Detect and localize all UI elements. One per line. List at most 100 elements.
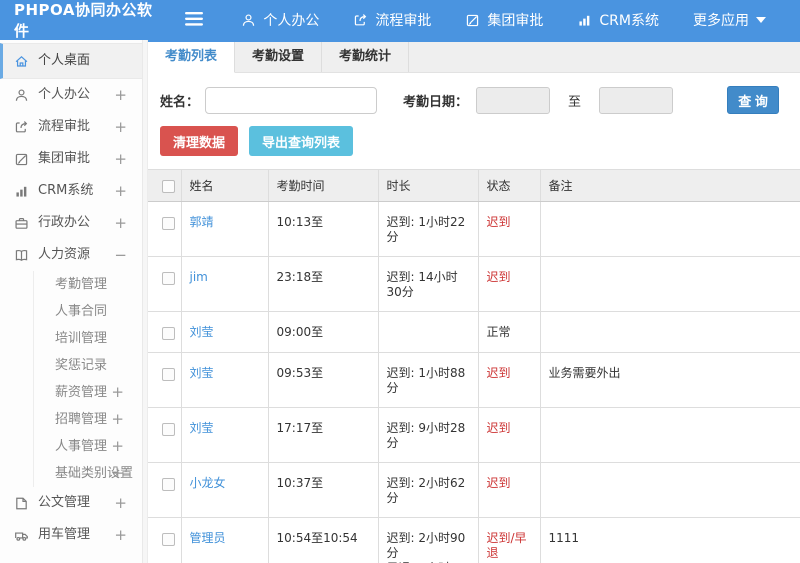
nav-item-label: 流程审批 <box>375 13 432 29</box>
sidebar-subitem-hr-contract[interactable]: 人事合同 <box>34 298 142 325</box>
sidebar-item-document-management[interactable]: 公文管理 + <box>0 487 142 519</box>
sidebar-subitem-personnel-management[interactable]: 人事管理 + <box>34 433 142 460</box>
car-icon <box>14 528 29 543</box>
status-badge: 正常 <box>486 325 511 339</box>
expand-icon[interactable]: + <box>114 519 127 551</box>
flow-icon <box>14 120 29 135</box>
sidebar-item-label: 行政办公 <box>38 215 91 230</box>
sidebar-item-human-resources[interactable]: 人力资源 − <box>0 239 142 271</box>
duration-cell: 迟到: 1小时88分 <box>378 352 479 408</box>
duration-cell: 迟到: 2小时62分 <box>378 462 479 518</box>
tab-attendance-list[interactable]: 考勤列表 <box>148 42 236 73</box>
employee-name-link[interactable]: 小龙女 <box>190 476 226 490</box>
attendance-time: 10:13至 <box>268 201 379 257</box>
expand-icon[interactable]: + <box>114 111 127 143</box>
sidebar-item-label: 集团审批 <box>38 151 91 166</box>
table-row: 郭靖 10:13至 迟到: 1小时22分 迟到 <box>148 201 800 257</box>
sidebar-item-label: 用车管理 <box>38 527 91 542</box>
nav-item-crm[interactable]: CRM系统 <box>577 10 659 30</box>
sidebar-subitem-recruit-management[interactable]: 招聘管理 + <box>34 406 142 433</box>
expand-icon[interactable]: + <box>114 207 127 239</box>
sidebar-item-personal-desktop[interactable]: 个人桌面 <box>0 43 142 79</box>
row-checkbox[interactable] <box>162 327 175 340</box>
sidebar-item-crm[interactable]: CRM系统 + <box>0 175 142 207</box>
sidebar-item-label: CRM系统 <box>38 183 94 198</box>
expand-icon[interactable]: + <box>111 433 124 460</box>
hamburger-icon <box>185 11 204 29</box>
sidebar-subitem-reward-punishment[interactable]: 奖惩记录 <box>34 352 142 379</box>
duration-cell: 迟到: 2小时90分早退: 7小时10分 <box>378 517 479 563</box>
top-header: PHPOA协同办公软件 个人办公 流程审批 集团审批 CRM系统 更多应用 <box>0 0 800 40</box>
employee-name-link[interactable]: 刘莹 <box>190 325 214 339</box>
clear-data-button[interactable]: 清理数据 <box>160 126 239 156</box>
attendance-time: 09:00至 <box>268 311 379 353</box>
edit-icon <box>465 13 480 28</box>
employee-name-link[interactable]: 管理员 <box>190 531 226 545</box>
date-from-input[interactable] <box>476 86 551 114</box>
expand-icon[interactable]: + <box>114 79 127 111</box>
sidebar-item-personal-office[interactable]: 个人办公 + <box>0 79 142 111</box>
employee-name-link[interactable]: 郭靖 <box>190 215 214 229</box>
expand-icon[interactable]: + <box>111 406 124 433</box>
employee-name-link[interactable]: 刘莹 <box>190 421 214 435</box>
sidebar-item-label: 考勤管理 <box>55 277 108 292</box>
bar-chart-icon <box>577 13 592 28</box>
sidebar-subitem-training-management[interactable]: 培训管理 <box>34 325 142 352</box>
nav-item-label: 集团审批 <box>487 13 544 29</box>
nav-item-label: 个人办公 <box>263 13 320 29</box>
note-cell <box>540 201 800 257</box>
employee-name-link[interactable]: jim <box>190 270 208 284</box>
expand-icon[interactable]: + <box>111 379 124 406</box>
app-title: PHPOA协同办公软件 <box>14 1 153 40</box>
sidebar-item-label: 个人桌面 <box>38 53 91 68</box>
menu-toggle-button[interactable] <box>179 8 209 33</box>
attendance-time: 10:37至 <box>268 462 379 518</box>
sidebar-subitem-base-category-settings[interactable]: 基础类别设置 + <box>34 460 142 487</box>
filter-bar: 姓名： 考勤日期： 至 查 询 <box>148 73 800 126</box>
row-checkbox[interactable] <box>162 423 175 436</box>
export-list-button[interactable]: 导出查询列表 <box>249 126 354 156</box>
row-checkbox[interactable] <box>162 368 175 381</box>
sidebar-item-label: 人事管理 <box>55 439 108 454</box>
table-row: jim 23:18至 迟到: 14小时30分 迟到 <box>148 256 800 312</box>
table-row: 刘莹 17:17至 迟到: 9小时28分 迟到 <box>148 407 800 463</box>
expand-icon[interactable]: + <box>114 143 127 175</box>
tab-attendance-settings[interactable]: 考勤设置 <box>235 42 323 72</box>
name-filter-label: 姓名： <box>160 94 200 110</box>
expand-icon[interactable]: + <box>114 175 127 207</box>
sidebar-subitem-salary-management[interactable]: 薪资管理 + <box>34 379 142 406</box>
sidebar-item-admin-office[interactable]: 行政办公 + <box>0 207 142 239</box>
tab-attendance-statistics[interactable]: 考勤统计 <box>322 42 410 72</box>
hr-submenu: 考勤管理 人事合同 培训管理 奖惩记录 薪资管理 + 招聘管理 + 人事管理 +… <box>33 271 142 487</box>
expand-icon[interactable]: + <box>111 460 124 487</box>
nav-item-more-apps[interactable]: 更多应用 <box>693 10 766 30</box>
attendance-time: 10:54至10:54 <box>268 517 379 563</box>
row-checkbox[interactable] <box>162 533 175 546</box>
search-button[interactable]: 查 询 <box>727 86 780 114</box>
nav-item-group-approval[interactable]: 集团审批 <box>465 10 543 30</box>
table-row: 刘莹 09:53至 迟到: 1小时88分 迟到 业务需要外出 <box>148 352 800 408</box>
note-cell: 业务需要外出 <box>540 352 800 408</box>
sidebar-subitem-attendance-management[interactable]: 考勤管理 <box>34 271 142 298</box>
nav-item-workflow-approval[interactable]: 流程审批 <box>353 10 431 30</box>
bar-chart-icon <box>14 184 29 199</box>
row-checkbox[interactable] <box>162 478 175 491</box>
nav-item-personal-office[interactable]: 个人办公 <box>241 10 319 30</box>
collapse-icon[interactable]: − <box>114 239 127 271</box>
note-cell <box>540 256 800 312</box>
name-filter-input[interactable] <box>205 86 378 114</box>
sidebar-item-workflow-approval[interactable]: 流程审批 + <box>0 111 142 143</box>
row-checkbox[interactable] <box>162 217 175 230</box>
sidebar-item-label: 人力资源 <box>38 247 91 262</box>
date-to-input[interactable] <box>599 86 674 114</box>
sidebar-item-vehicle-management[interactable]: 用车管理 + <box>0 519 142 551</box>
row-checkbox[interactable] <box>162 272 175 285</box>
sidebar-item-label: 公文管理 <box>38 495 91 510</box>
date-to-separator-label: 至 <box>568 94 582 110</box>
status-badge: 迟到 <box>486 215 511 229</box>
select-all-checkbox[interactable] <box>162 179 175 193</box>
sidebar-item-group-approval[interactable]: 集团审批 + <box>0 143 142 175</box>
expand-icon[interactable]: + <box>114 487 127 519</box>
employee-name-link[interactable]: 刘莹 <box>190 366 214 380</box>
attendance-time: 23:18至 <box>268 256 379 312</box>
